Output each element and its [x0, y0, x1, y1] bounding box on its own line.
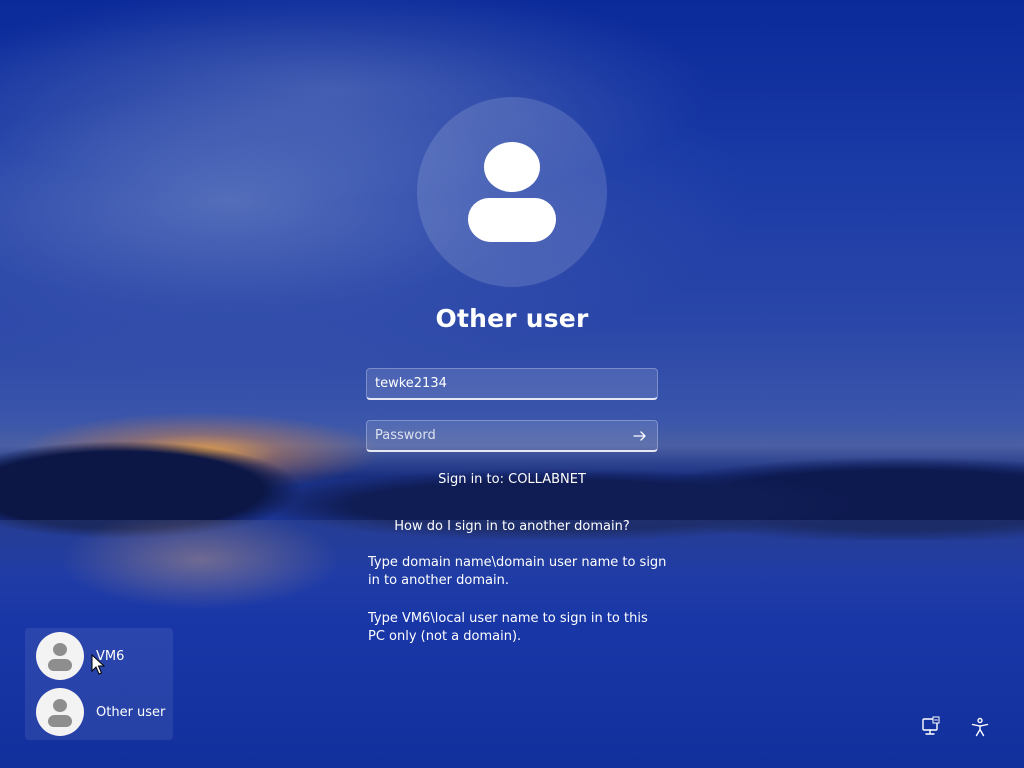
user-avatar-icon [36, 632, 84, 680]
accessibility-icon[interactable] [969, 716, 991, 738]
avatar-head-icon [484, 142, 540, 192]
help-text-domain: Type domain name\domain user name to sig… [368, 555, 667, 588]
username-input[interactable] [367, 369, 657, 398]
user-name: Other user [96, 704, 166, 720]
account-title: Other user [435, 304, 589, 333]
user-switcher-panel: VM6 Other user [25, 628, 173, 740]
submit-arrow-icon[interactable] [629, 425, 651, 447]
help-text-local: Type VM6\local user name to sign in to t… [368, 611, 648, 644]
password-input[interactable] [367, 421, 657, 450]
user-avatar-icon [36, 688, 84, 736]
sign-in-domain-label: Sign in to: COLLABNET [438, 472, 586, 487]
user-avatar [417, 97, 607, 287]
username-field[interactable] [366, 368, 658, 400]
network-icon[interactable] [920, 716, 942, 738]
mouse-pointer-icon [91, 653, 106, 680]
password-field[interactable] [366, 420, 658, 452]
avatar-body-icon [468, 198, 556, 242]
help-domain-link[interactable]: How do I sign in to another domain? [0, 519, 1024, 534]
user-tile-other-user[interactable]: Other user [25, 685, 173, 739]
